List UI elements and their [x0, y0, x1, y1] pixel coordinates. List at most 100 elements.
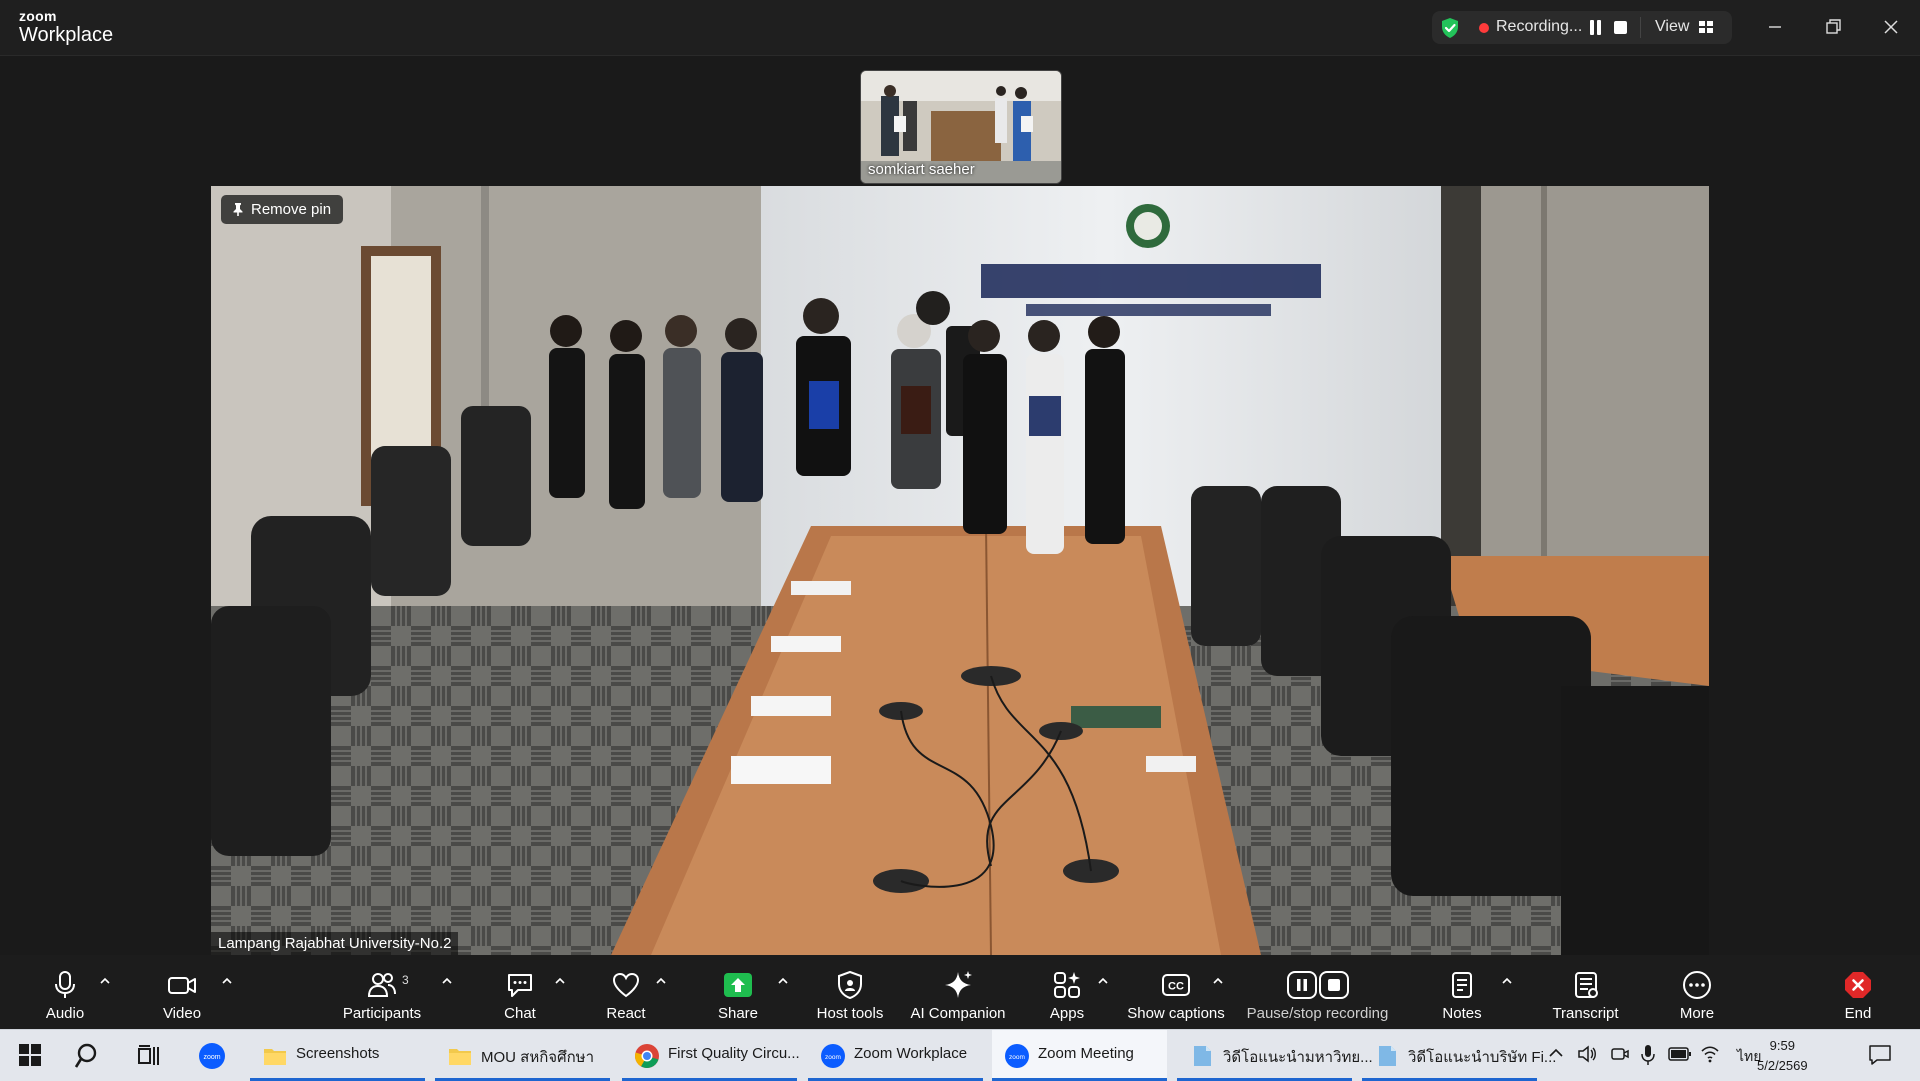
task-view-icon[interactable] — [136, 1043, 162, 1069]
taskbar-item-label: Screenshots — [296, 1045, 380, 1062]
end-meeting-button[interactable]: End — [1833, 955, 1883, 1029]
zoom-app-icon[interactable]: zoom — [198, 1042, 226, 1070]
svg-text:CC: CC — [1168, 981, 1184, 993]
minimize-button[interactable] — [1760, 12, 1790, 42]
transcript-icon — [1574, 972, 1598, 998]
video-options-chevron-icon[interactable] — [222, 977, 232, 985]
grid-view-icon[interactable] — [1698, 20, 1714, 34]
ai-companion-button[interactable]: AI Companion — [908, 955, 1008, 1029]
audio-options-chevron-icon[interactable] — [100, 977, 110, 985]
show-hidden-icons-chevron-icon[interactable] — [1549, 1048, 1563, 1058]
heart-icon — [612, 972, 640, 998]
chat-bubble-icon — [508, 974, 532, 997]
windows-taskbar: zoom Screenshots MOU สหกิจศึกษา First Qu… — [0, 1029, 1920, 1081]
brand-large: Workplace — [19, 24, 114, 46]
taskbar-item-label: วิดีโอแนะนำมหาวิทย... — [1223, 1049, 1373, 1066]
taskbar-item-label: MOU สหกิจศึกษา — [481, 1049, 594, 1066]
taskbar-item-video-university[interactable]: วิดีโอแนะนำมหาวิทย... — [1177, 1030, 1373, 1081]
main-participant-name: Lampang Rajabhat University-No.2 — [211, 932, 459, 955]
close-icon — [1884, 20, 1898, 34]
react-button[interactable]: React — [596, 955, 656, 1029]
microphone-in-use-icon[interactable] — [1640, 1044, 1656, 1066]
clock-date: 5/2/2569 — [1757, 1058, 1808, 1073]
share-button[interactable]: Share — [708, 955, 768, 1029]
participants-icon — [367, 973, 396, 997]
pin-icon — [233, 203, 243, 216]
host-tools-button[interactable]: Host tools — [810, 955, 890, 1029]
taskbar-item-label: First Quality Circu... — [668, 1045, 800, 1062]
recording-dot-icon — [1479, 23, 1489, 33]
chat-options-chevron-icon[interactable] — [555, 977, 565, 985]
view-button[interactable]: View — [1655, 18, 1689, 36]
pause-stop-recording-label: Pause/stop recording — [1246, 1005, 1389, 1022]
ai-companion-label: AI Companion — [910, 1005, 1006, 1022]
notifications-icon[interactable] — [1868, 1044, 1892, 1066]
restore-icon — [1826, 19, 1841, 34]
divider — [1640, 17, 1641, 38]
meeting-toolbar: Audio Video Participants 3 Chat React Sh… — [0, 955, 1920, 1029]
close-button[interactable] — [1876, 12, 1906, 42]
end-call-icon — [1845, 972, 1871, 998]
search-icon[interactable] — [75, 1042, 103, 1070]
camera-icon[interactable] — [1610, 1045, 1630, 1063]
participants-count: 3 — [402, 973, 409, 987]
video-button[interactable]: Video — [147, 955, 217, 1029]
taskbar-item-screenshots[interactable]: Screenshots — [250, 1030, 425, 1081]
recording-pill: Recording... View — [1432, 11, 1732, 44]
meeting-room-video-image — [211, 186, 1709, 955]
more-options-icon — [1683, 971, 1711, 999]
taskbar-item-label: Zoom Workplace — [854, 1045, 968, 1062]
apps-button[interactable]: Apps — [1037, 955, 1097, 1029]
folder-icon — [264, 1049, 286, 1065]
chat-label: Chat — [504, 1005, 536, 1022]
captions-options-chevron-icon[interactable] — [1213, 977, 1223, 985]
microphone-icon — [55, 971, 75, 998]
audio-label: Audio — [45, 1005, 85, 1022]
video-camera-icon — [168, 977, 196, 994]
brand-small: zoom — [19, 8, 57, 24]
taskbar-item-video-company[interactable]: วิดีโอแนะนำบริษัท Fi... — [1362, 1030, 1556, 1081]
clock-time: 9:59 — [1769, 1038, 1795, 1053]
pause-stop-recording-button[interactable]: Pause/stop recording — [1245, 955, 1390, 1029]
pause-recording-icon[interactable] — [1589, 20, 1603, 36]
transcript-label: Transcript — [1552, 1005, 1619, 1022]
volume-icon[interactable] — [1577, 1045, 1597, 1063]
share-label: Share — [717, 1005, 759, 1022]
wifi-icon[interactable] — [1700, 1045, 1720, 1063]
remove-pin-button[interactable]: Remove pin — [221, 195, 344, 224]
apps-options-chevron-icon[interactable] — [1098, 977, 1108, 985]
remove-pin-label: Remove pin — [251, 201, 332, 218]
chat-button[interactable]: Chat — [490, 955, 550, 1029]
encryption-shield-icon[interactable] — [1440, 17, 1460, 39]
system-clock[interactable]: 9:59 5/2/2569 — [1757, 1036, 1808, 1076]
svg-text:zoom: zoom — [825, 1054, 841, 1061]
stop-recording-icon[interactable] — [1614, 21, 1627, 34]
notes-button[interactable]: Notes — [1432, 955, 1492, 1029]
participants-label: Participants — [342, 1005, 422, 1022]
main-video[interactable]: Remove pin Lampang Rajabhat University-N… — [211, 186, 1709, 955]
participants-button[interactable]: Participants — [337, 955, 427, 1029]
notes-options-chevron-icon[interactable] — [1502, 977, 1512, 985]
restore-button[interactable] — [1818, 12, 1848, 42]
svg-text:zoom: zoom — [1009, 1054, 1025, 1061]
taskbar-item-mou-folder[interactable]: MOU สหกิจศึกษา — [435, 1030, 610, 1081]
battery-icon[interactable] — [1668, 1046, 1692, 1062]
transcript-button[interactable]: Transcript — [1543, 955, 1628, 1029]
react-options-chevron-icon[interactable] — [656, 977, 666, 985]
participants-options-chevron-icon[interactable] — [442, 977, 452, 985]
document-icon — [1194, 1046, 1211, 1066]
windows-start-icon[interactable] — [19, 1044, 41, 1066]
taskbar-item-zoom-workplace[interactable]: zoom Zoom Workplace — [808, 1030, 983, 1081]
share-options-chevron-icon[interactable] — [778, 977, 788, 985]
react-label: React — [606, 1005, 646, 1022]
notes-label: Notes — [1442, 1005, 1482, 1022]
taskbar-item-chrome[interactable]: First Quality Circu... — [622, 1030, 800, 1081]
show-captions-label: Show captions — [1127, 1005, 1225, 1022]
show-captions-button[interactable]: CC Show captions — [1126, 955, 1226, 1029]
taskbar-item-zoom-meeting[interactable]: zoom Zoom Meeting — [992, 1030, 1167, 1081]
svg-text:zoom: zoom — [203, 1054, 220, 1061]
folder-icon — [449, 1049, 471, 1065]
more-button[interactable]: More — [1667, 955, 1727, 1029]
audio-button[interactable]: Audio — [30, 955, 100, 1029]
participant-thumbnail[interactable]: somkiart saeher — [860, 70, 1062, 184]
